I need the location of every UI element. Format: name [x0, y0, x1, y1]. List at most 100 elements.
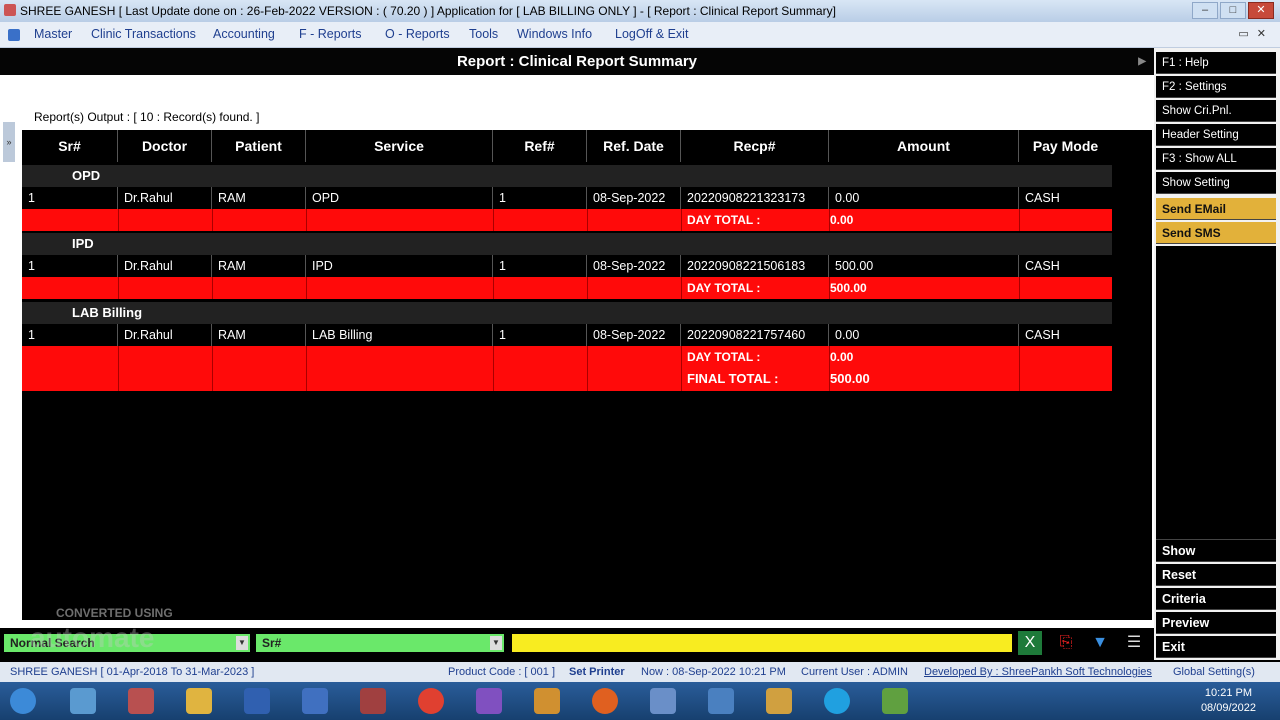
search-field-select[interactable]: Sr# ▼ — [256, 634, 504, 652]
col-recp[interactable]: Recp# — [681, 130, 829, 162]
cell-service: LAB Billing — [306, 324, 493, 346]
grid-header: Sr# Doctor Patient Service Ref# Ref. Dat… — [22, 130, 1134, 162]
cell-pay-mode: CASH — [1025, 328, 1060, 342]
preview-button[interactable]: Preview — [1156, 612, 1276, 634]
cell-ref: 1 — [493, 324, 587, 346]
day-total-value: 0.00 — [830, 350, 854, 364]
list-icon[interactable]: ☰ — [1122, 631, 1146, 655]
set-printer-link[interactable]: Set Printer — [569, 662, 625, 682]
explorer-icon[interactable] — [766, 688, 792, 714]
menu-bar: Master Clinic Transactions Accounting F … — [0, 22, 1280, 48]
col-patient[interactable]: Patient — [212, 130, 306, 162]
app-icon — [4, 4, 16, 16]
clock[interactable]: 10:21 PM 08/09/2022 — [1201, 686, 1256, 716]
side-collapse-tab[interactable]: » — [3, 122, 15, 162]
col-ref[interactable]: Ref# — [493, 130, 587, 162]
chrome-icon[interactable] — [418, 688, 444, 714]
show-button[interactable]: Show — [1156, 540, 1276, 562]
show-all-button[interactable]: F3 : Show ALL — [1156, 148, 1276, 170]
firefox-icon[interactable] — [592, 688, 618, 714]
exit-button[interactable]: Exit — [1156, 636, 1276, 658]
taskbar-app-icon[interactable] — [882, 688, 908, 714]
cell-amount: 0.00 — [829, 187, 1019, 209]
day-total-label: DAY TOTAL : — [687, 350, 761, 364]
settings-button[interactable]: F2 : Settings — [1156, 76, 1276, 98]
taskbar-app-icon[interactable] — [128, 688, 154, 714]
col-amount[interactable]: Amount — [829, 130, 1019, 162]
taskbar-app-icon[interactable] — [70, 688, 96, 714]
criteria-button[interactable]: Criteria — [1156, 588, 1276, 610]
day-total-row: DAY TOTAL : 0.00 — [22, 209, 1112, 231]
header-setting-button[interactable]: Header Setting — [1156, 124, 1276, 146]
developed-by-link[interactable]: Developed By : ShreePankh Soft Technolog… — [924, 662, 1152, 682]
global-setting-link[interactable]: Global Setting(s) — [1173, 662, 1255, 682]
minimize-icon[interactable]: – — [1192, 2, 1218, 19]
taskbar-app-icon[interactable] — [302, 688, 328, 714]
arrow-right-icon[interactable]: ▶ — [1138, 48, 1146, 75]
day-total-label: DAY TOTAL : — [687, 281, 761, 295]
taskbar-app-icon[interactable] — [360, 688, 386, 714]
cell-recp: 20220908221757460 — [681, 324, 829, 346]
reset-button[interactable]: Reset — [1156, 564, 1276, 586]
taskbar-app-icon[interactable] — [534, 688, 560, 714]
cell-ref: 1 — [493, 255, 587, 277]
cell-patient: RAM — [212, 187, 306, 209]
cell-amount: 0.00 — [829, 324, 1019, 346]
start-icon[interactable] — [10, 688, 36, 714]
window-titlebar: SHREE GANESH [ Last Update done on : 26-… — [0, 0, 1280, 22]
menu-f-reports[interactable]: F - Reports — [299, 27, 362, 41]
chevron-down-icon[interactable]: ▼ — [236, 636, 248, 650]
menu-tools[interactable]: Tools — [469, 27, 498, 41]
total-rows: DAY TOTAL : 0.00 FINAL TOTAL : 500.00 — [22, 346, 1112, 391]
filter-icon[interactable]: ▼ — [1088, 631, 1112, 655]
day-total-label: DAY TOTAL : — [687, 213, 761, 227]
right-panel-spacer — [1156, 246, 1276, 540]
col-ref-date[interactable]: Ref. Date — [587, 130, 681, 162]
taskbar-app-icon[interactable] — [708, 688, 734, 714]
menu-logoff-exit[interactable]: LogOff & Exit — [615, 27, 688, 41]
help-button[interactable]: F1 : Help — [1156, 52, 1276, 74]
send-email-button[interactable]: Send EMail — [1156, 198, 1276, 220]
watermark-line1: CONVERTED USING — [56, 606, 173, 620]
send-sms-button[interactable]: Send SMS — [1156, 222, 1276, 244]
menu-clinic-transactions[interactable]: Clinic Transactions — [91, 27, 196, 41]
pdf-export-icon[interactable]: ⎘ — [1054, 631, 1078, 655]
col-doctor[interactable]: Doctor — [118, 130, 212, 162]
folder-icon[interactable] — [186, 688, 212, 714]
show-criteria-panel-button[interactable]: Show Cri.Pnl. — [1156, 100, 1276, 122]
menu-master[interactable]: Master — [34, 27, 72, 41]
excel-export-icon[interactable]: X — [1018, 631, 1042, 655]
table-row[interactable]: 1 Dr.Rahul RAM IPD 1 08-Sep-2022 2022090… — [22, 255, 1112, 277]
taskbar-app-icon[interactable] — [650, 688, 676, 714]
col-pay-mode[interactable]: Pay Mode — [1019, 130, 1112, 162]
chevron-down-icon[interactable]: ▼ — [490, 636, 502, 650]
cell-sr: 1 — [22, 187, 118, 209]
group-header-ipd: IPD — [22, 233, 1112, 255]
cell-ref: 1 — [493, 187, 587, 209]
cell-sr: 1 — [22, 324, 118, 346]
table-row[interactable]: 1 Dr.Rahul RAM LAB Billing 1 08-Sep-2022… — [22, 324, 1112, 346]
search-input[interactable] — [512, 634, 1012, 652]
menu-windows-info[interactable]: Windows Info — [517, 27, 592, 41]
col-service[interactable]: Service — [306, 130, 493, 162]
records-found-label: Report(s) Output : [ 10 : Record(s) foun… — [34, 110, 260, 124]
report-title: Report : Clinical Report Summary — [456, 53, 698, 70]
group-name: OPD — [72, 168, 101, 183]
skype-icon[interactable] — [824, 688, 850, 714]
clock-date: 08/09/2022 — [1200, 702, 1256, 714]
close-icon[interactable]: ✕ — [1248, 2, 1274, 19]
col-sr[interactable]: Sr# — [22, 130, 118, 162]
taskbar-app-icon[interactable] — [244, 688, 270, 714]
cell-recp: 20220908221323173 — [681, 187, 829, 209]
report-grid: Sr# Doctor Patient Service Ref# Ref. Dat… — [22, 130, 1152, 620]
menu-o-reports[interactable]: O - Reports — [385, 27, 450, 41]
menu-accounting[interactable]: Accounting — [213, 27, 275, 41]
mdi-controls[interactable]: ▭✕ — [1238, 27, 1274, 40]
visual-studio-icon[interactable] — [476, 688, 502, 714]
cell-pay-mode: CASH — [1025, 191, 1060, 205]
cell-patient: RAM — [212, 255, 306, 277]
show-setting-button[interactable]: Show Setting — [1156, 172, 1276, 194]
maximize-icon[interactable]: □ — [1220, 2, 1246, 19]
table-row[interactable]: 1 Dr.Rahul RAM OPD 1 08-Sep-2022 2022090… — [22, 187, 1112, 209]
group-header-lab-billing: LAB Billing — [22, 302, 1112, 324]
